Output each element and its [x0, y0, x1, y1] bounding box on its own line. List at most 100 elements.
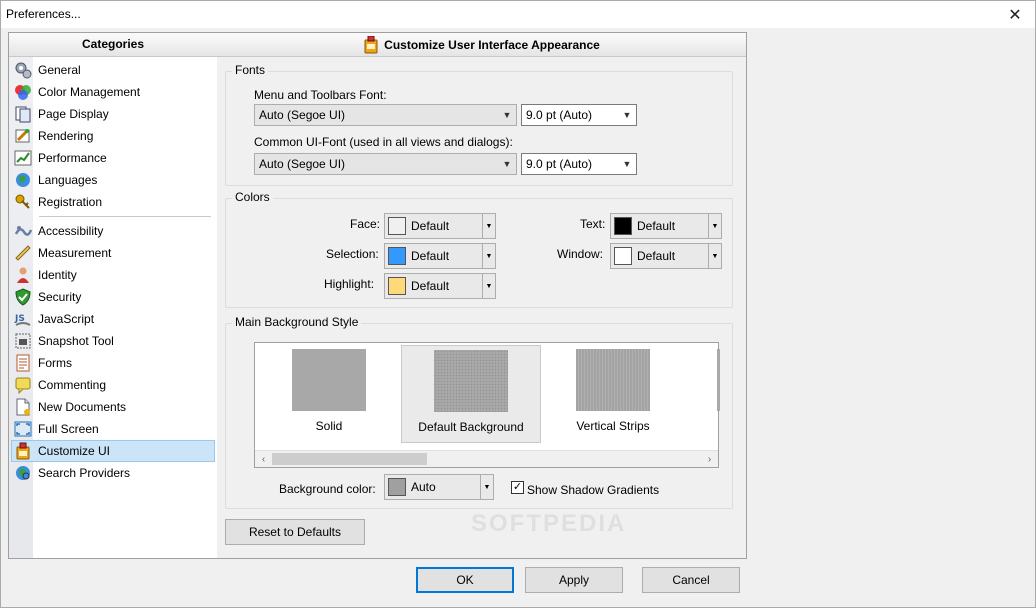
style-vertical-label: Vertical Strips [576, 419, 650, 433]
highlight-color-swatch [388, 277, 406, 295]
preferences-dialog: Categories General Color Management Page D… [0, 28, 1036, 608]
ui-font-size-value: 9.0 pt (Auto) [526, 157, 593, 171]
chevron-down-icon: ▼ [482, 214, 495, 238]
shadow-gradients-label[interactable]: Show Shadow Gradients [527, 483, 659, 497]
face-label: Face: [350, 217, 381, 231]
color-circles-icon [14, 83, 32, 101]
category-label: Snapshot Tool [38, 334, 114, 348]
ok-button[interactable]: OK [416, 567, 514, 593]
category-label: General [38, 63, 81, 77]
background-color-label: Background color: [279, 482, 376, 496]
categories-header: Categories [9, 33, 217, 57]
scroll-left-icon[interactable]: ‹ [255, 451, 272, 468]
category-item-snapshot-tool[interactable]: Snapshot Tool [9, 330, 217, 352]
menu-font-size-select[interactable]: 9.0 pt (Auto) ▼ [521, 104, 637, 126]
vertical-strips-preview [576, 349, 650, 411]
cancel-button[interactable]: Cancel [642, 567, 740, 593]
category-item-search-providers[interactable]: Search Providers [9, 462, 217, 484]
style-solid-label: Solid [315, 419, 343, 433]
ui-font-select[interactable]: Auto (Segoe UI) ▼ [254, 153, 517, 175]
reset-to-defaults-button[interactable]: Reset to Defaults [225, 519, 365, 545]
background-color-swatch [388, 478, 406, 496]
scroll-thumb[interactable] [272, 453, 427, 465]
highlight-label: Highlight: [324, 277, 375, 291]
solid-preview [292, 349, 366, 411]
text-color-value: Default [637, 219, 676, 233]
category-item-performance[interactable]: Performance [9, 147, 217, 169]
apply-button[interactable]: Apply [525, 567, 623, 593]
rendering-icon [14, 127, 32, 145]
cancel-label: Cancel [672, 573, 710, 587]
category-item-general[interactable]: General [9, 59, 217, 81]
chevron-down-icon: ▼ [482, 274, 495, 298]
highlight-color-picker[interactable]: Default ▼ [384, 273, 496, 299]
customize-ui-icon [364, 35, 378, 53]
panel-title: Customize User Interface Appearance [384, 37, 600, 52]
category-item-security[interactable]: Security [9, 286, 217, 308]
style-default-background[interactable]: Default Background [401, 345, 541, 443]
chevron-down-icon: ▼ [480, 475, 493, 499]
customize-ui-icon [14, 442, 32, 460]
chevron-down-icon: ▼ [708, 244, 721, 268]
globe-icon [14, 171, 32, 189]
category-label: Registration [38, 195, 103, 209]
chevron-down-icon: ▼ [622, 110, 632, 120]
category-label: Security [38, 290, 82, 304]
category-item-full-screen[interactable]: Full Screen [9, 418, 217, 440]
window-color-swatch [614, 247, 632, 265]
window-title: Preferences... [6, 7, 81, 21]
page-display-icon [14, 105, 32, 123]
background-color-picker[interactable]: Auto ▼ [384, 474, 494, 500]
horizontal-scrollbar[interactable]: ‹ › [255, 450, 718, 467]
chevron-down-icon: ▼ [708, 214, 721, 238]
selection-color-picker[interactable]: Default ▼ [384, 243, 496, 269]
fullscreen-icon [14, 420, 32, 438]
category-item-accessibility[interactable]: Accessibility [9, 220, 217, 242]
shadow-gradients-checkbox[interactable]: ✓ [511, 481, 524, 494]
person-icon [14, 266, 32, 284]
category-item-new-documents[interactable]: New Documents [9, 396, 217, 418]
text-color-label: Text: [580, 217, 606, 231]
category-item-commenting[interactable]: Commenting [9, 374, 217, 396]
window-color-picker[interactable]: Default ▼ [610, 243, 722, 269]
text-color-swatch [614, 217, 632, 235]
ui-font-value: Auto (Segoe UI) [259, 157, 346, 171]
category-item-rendering[interactable]: Rendering [9, 125, 217, 147]
face-color-value: Default [411, 219, 450, 233]
javascript-icon: JS [14, 310, 32, 328]
category-item-languages[interactable]: Languages [9, 169, 217, 191]
face-color-swatch [388, 217, 406, 235]
category-label: Rendering [38, 129, 94, 143]
panel-header: Customize User Interface Appearance [217, 33, 746, 57]
category-item-measurement[interactable]: Measurement [9, 242, 217, 264]
category-item-registration[interactable]: Registration [9, 191, 217, 213]
text-color-picker[interactable]: Default ▼ [610, 213, 722, 239]
category-label: Customize UI [38, 444, 111, 458]
gears-icon [14, 61, 32, 79]
category-label: Languages [38, 173, 98, 187]
style-vertical-strips[interactable]: Vertical Strips [543, 345, 683, 443]
category-label: Performance [38, 151, 107, 165]
menu-font-select[interactable]: Auto (Segoe UI) ▼ [254, 104, 517, 126]
menu-font-value: Auto (Segoe UI) [259, 108, 346, 122]
ui-font-size-select[interactable]: 9.0 pt (Auto) ▼ [521, 153, 637, 175]
category-label: Search Providers [38, 466, 131, 480]
background-style-list[interactable]: Solid Default Background Vertical Strips… [254, 342, 720, 468]
category-item-customize-ui[interactable]: Customize UI [11, 440, 215, 462]
selection-color-swatch [388, 247, 406, 265]
category-item-identity[interactable]: Identity [9, 264, 217, 286]
category-label: Color Management [38, 85, 141, 99]
category-item-page-display[interactable]: Page Display [9, 103, 217, 125]
window-color-label: Window: [557, 247, 604, 261]
category-item-javascript[interactable]: JS JavaScript [9, 308, 217, 330]
face-color-picker[interactable]: Default ▼ [384, 213, 496, 239]
category-label: Measurement [38, 246, 112, 260]
style-solid[interactable]: Solid [259, 345, 399, 443]
scroll-right-icon[interactable]: › [701, 451, 718, 468]
window-color-value: Default [637, 249, 676, 263]
category-item-color-management[interactable]: Color Management [9, 81, 217, 103]
colors-group-label: Colors [232, 190, 273, 204]
close-icon[interactable]: ✕ [995, 1, 1035, 29]
category-item-forms[interactable]: Forms [9, 352, 217, 374]
category-label: Page Display [38, 107, 109, 121]
